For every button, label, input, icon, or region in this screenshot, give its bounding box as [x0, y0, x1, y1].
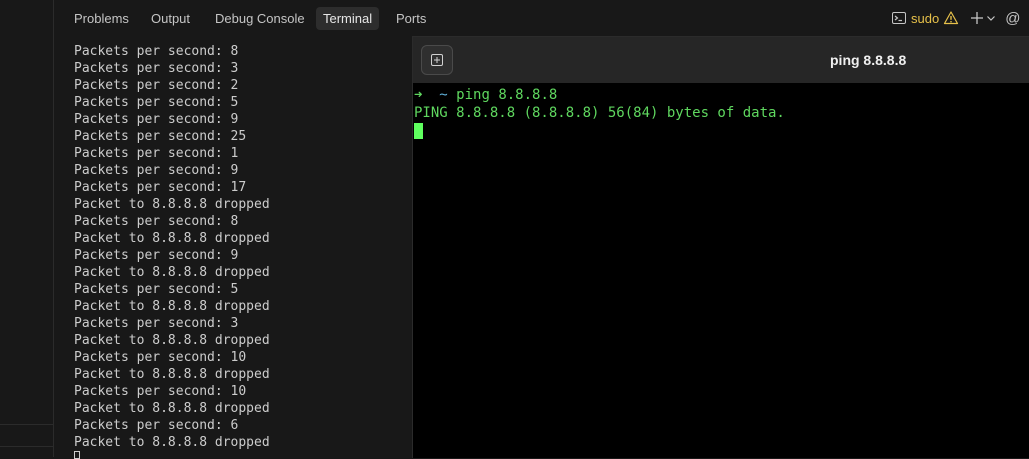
- tab-output[interactable]: Output: [144, 7, 197, 30]
- log-line: Packet to 8.8.8.8 dropped: [74, 265, 270, 280]
- prompt-directory: ~: [439, 87, 448, 103]
- side-divider: [0, 446, 53, 447]
- ping-output-line: PING 8.8.8.8 (8.8.8.8) 56(84) bytes of d…: [414, 105, 785, 121]
- log-line: Packets per second: 3: [74, 61, 239, 76]
- prompt-line: ➜ ~ ping 8.8.8.8: [414, 86, 785, 104]
- log-line: Packets per second: 3: [74, 316, 239, 331]
- command-text: ping 8.8.8.8: [456, 87, 558, 103]
- log-line: Packets per second: 9: [74, 112, 239, 127]
- terminal-toolbar: sudo @: [891, 8, 1020, 28]
- log-line: Packet to 8.8.8.8 dropped: [74, 435, 270, 450]
- tab-ports[interactable]: Ports: [389, 7, 433, 30]
- terminal-header: ping 8.8.8.8: [413, 37, 1029, 83]
- plus-icon[interactable]: [969, 10, 985, 26]
- log-line: Packets per second: 5: [74, 95, 239, 110]
- log-line: Packet to 8.8.8.8 dropped: [74, 299, 270, 314]
- terminal-profile-label[interactable]: sudo: [911, 11, 939, 26]
- log-line: Packets per second: 1: [74, 146, 239, 161]
- log-line: Packets per second: 8: [74, 214, 239, 229]
- terminal-cursor: [414, 123, 423, 139]
- terminal-title: ping 8.8.8.8: [830, 52, 907, 68]
- log-line: Packets per second: 25: [74, 129, 247, 144]
- log-line: Packets per second: 9: [74, 248, 239, 263]
- log-line: Packet to 8.8.8.8 dropped: [74, 367, 270, 382]
- terminal-icon[interactable]: [891, 10, 907, 26]
- warning-icon[interactable]: [943, 10, 959, 26]
- side-divider: [0, 424, 53, 425]
- log-line: Packets per second: 10: [74, 350, 247, 365]
- tab-terminal[interactable]: Terminal: [316, 7, 380, 30]
- chevron-down-icon[interactable]: [985, 12, 997, 24]
- cursor-line: [414, 122, 785, 140]
- terminal-output[interactable]: ➜ ~ ping 8.8.8.8 PING 8.8.8.8 (8.8.8.8) 5…: [414, 86, 785, 140]
- output-log: Packets per second: 8 Packets per second:…: [74, 43, 404, 451]
- panel-tab-bar: Problems Output Debug Console Terminal P…: [54, 0, 1029, 36]
- log-line: Packets per second: 5: [74, 282, 239, 297]
- log-line: Packets per second: 8: [74, 44, 239, 59]
- at-icon[interactable]: @: [1005, 10, 1020, 27]
- log-line: Packets per second: 6: [74, 418, 239, 433]
- activity-strip: [0, 0, 54, 457]
- tab-problems[interactable]: Problems: [67, 7, 136, 30]
- prompt-arrow: ➜: [414, 87, 423, 103]
- log-line: Packets per second: 9: [74, 163, 239, 178]
- log-line: Packet to 8.8.8.8 dropped: [74, 197, 270, 212]
- log-line: Packet to 8.8.8.8 dropped: [74, 401, 270, 416]
- log-line: Packets per second: 17: [74, 180, 247, 195]
- bottom-panel: Problems Output Debug Console Terminal P…: [54, 0, 1029, 459]
- log-line: Packet to 8.8.8.8 dropped: [74, 231, 270, 246]
- terminal-window[interactable]: ping 8.8.8.8 ➜ ~ ping 8.8.8.8 PING 8.8.8.…: [412, 36, 1029, 458]
- log-cursor: [74, 451, 80, 459]
- log-line: Packet to 8.8.8.8 dropped: [74, 333, 270, 348]
- log-line: Packets per second: 2: [74, 78, 239, 93]
- tab-debug-console[interactable]: Debug Console: [208, 7, 312, 30]
- log-line: Packets per second: 10: [74, 384, 247, 399]
